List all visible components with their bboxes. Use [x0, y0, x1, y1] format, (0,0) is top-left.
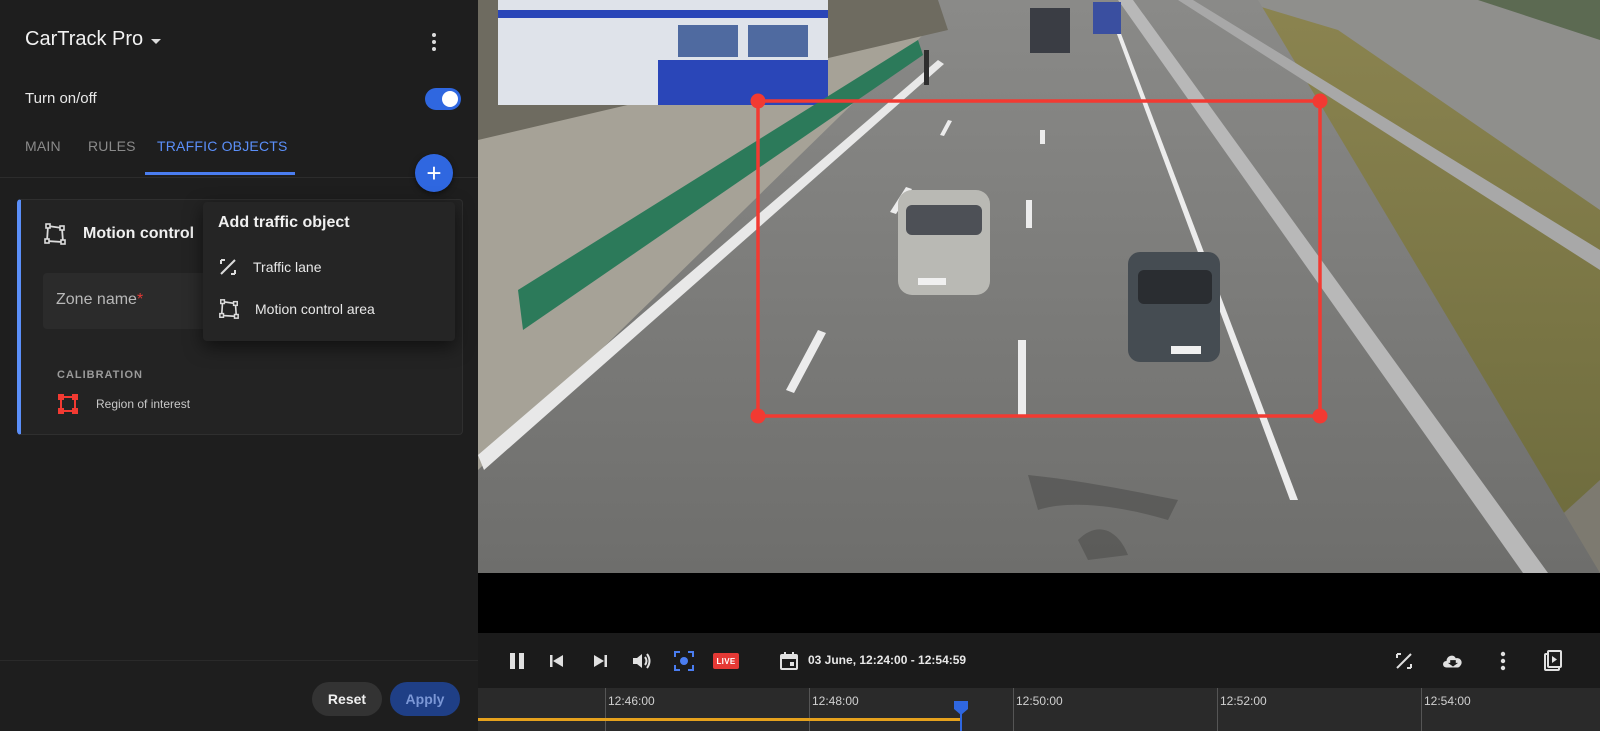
more-vert-icon[interactable]: [422, 30, 446, 54]
focus-icon[interactable]: [672, 649, 696, 673]
more-vert-icon[interactable]: [1491, 649, 1515, 673]
player-controls: LIVE 03 June, 12:24:00 - 12:54:59: [478, 633, 1600, 688]
timeline-tick: [605, 688, 606, 731]
tab-traffic-objects[interactable]: TRAFFIC OBJECTS: [157, 138, 288, 154]
skip-previous-icon[interactable]: [545, 649, 569, 673]
roi-label: Region of interest: [96, 397, 191, 411]
recorded-range-bar: [478, 718, 962, 721]
camera-video-frame[interactable]: [478, 0, 1600, 573]
timeline-tick: [1013, 688, 1014, 731]
tab-rules[interactable]: RULES: [88, 138, 136, 154]
timeline-tick-label: 12:54:00: [1424, 694, 1471, 708]
polygon-icon: [44, 223, 66, 245]
caret-down-icon: [151, 38, 162, 44]
timeline-tick: [1217, 688, 1218, 731]
skip-next-icon[interactable]: [588, 649, 612, 673]
menu-title: Add traffic object: [218, 214, 350, 231]
lane-icon[interactable]: [1392, 649, 1416, 673]
card-header[interactable]: Motion control: [43, 222, 194, 246]
roi-handle: [1312, 408, 1328, 424]
car: [1128, 252, 1220, 362]
pause-icon[interactable]: [505, 649, 529, 673]
roi-handle: [750, 93, 766, 109]
timeline[interactable]: 12:46:00 12:48:00 12:50:00 12:52:00 12:5…: [478, 688, 1600, 731]
roi-handle: [750, 408, 766, 424]
tab-bar: MAIN RULES TRAFFIC OBJECTS: [0, 138, 478, 178]
app-root: CarTrack Pro Turn on/off MAIN RULES TRAF…: [0, 0, 1600, 731]
zone-name-field[interactable]: Zone name*: [43, 273, 228, 329]
apply-button[interactable]: Apply: [390, 682, 460, 716]
add-traffic-object-button[interactable]: +: [415, 154, 453, 192]
settings-panel: CarTrack Pro Turn on/off MAIN RULES TRAF…: [0, 0, 478, 731]
menu-item-label: Traffic lane: [253, 259, 322, 275]
playhead-handle[interactable]: [954, 701, 968, 731]
toggle-label: Turn on/off: [25, 90, 97, 107]
timeline-tick: [1421, 688, 1422, 731]
required-mark: *: [136, 291, 144, 308]
roi-square-icon: [58, 394, 78, 414]
lane-icon: [220, 259, 236, 275]
tab-main[interactable]: MAIN: [25, 138, 61, 154]
menu-item-label: Motion control area: [255, 301, 375, 317]
on-off-toggle[interactable]: [425, 88, 461, 110]
clip-icon[interactable]: [1541, 649, 1565, 673]
video-letterbox: [478, 573, 1600, 633]
calendar-icon[interactable]: [777, 649, 801, 673]
camera-scene: [478, 0, 1600, 573]
timeline-tick-label: 12:46:00: [608, 694, 655, 708]
timeline-tick: [809, 688, 810, 731]
add-traffic-object-menu: Add traffic object Traffic lane Motion c…: [203, 202, 455, 341]
app-title-dropdown[interactable]: CarTrack Pro: [25, 28, 162, 51]
active-tab-indicator: [145, 172, 295, 175]
date-range[interactable]: 03 June, 12:24:00 - 12:54:59: [808, 653, 966, 667]
roi-handle: [1312, 93, 1328, 109]
timeline-tick-label: 12:50:00: [1016, 694, 1063, 708]
panel-footer: Reset Apply: [0, 660, 478, 731]
volume-icon[interactable]: [630, 649, 654, 673]
polygon-icon: [219, 299, 239, 319]
cloud-download-icon[interactable]: [1441, 649, 1465, 673]
app-title: CarTrack Pro: [25, 28, 144, 50]
card-title: Motion control: [83, 225, 195, 242]
live-button[interactable]: LIVE: [713, 653, 739, 669]
timeline-tick-label: 12:52:00: [1220, 694, 1267, 708]
calibration-label: CALIBRATION: [57, 369, 143, 381]
car: [898, 190, 990, 295]
timeline-tick-label: 12:48:00: [812, 694, 859, 708]
zone-name-label: Zone name: [56, 291, 137, 308]
menu-item-traffic-lane[interactable]: Traffic lane: [218, 257, 321, 277]
menu-item-motion-control-area[interactable]: Motion control area: [218, 298, 375, 320]
reset-button[interactable]: Reset: [312, 682, 382, 716]
region-of-interest-item[interactable]: Region of interest: [57, 393, 190, 415]
